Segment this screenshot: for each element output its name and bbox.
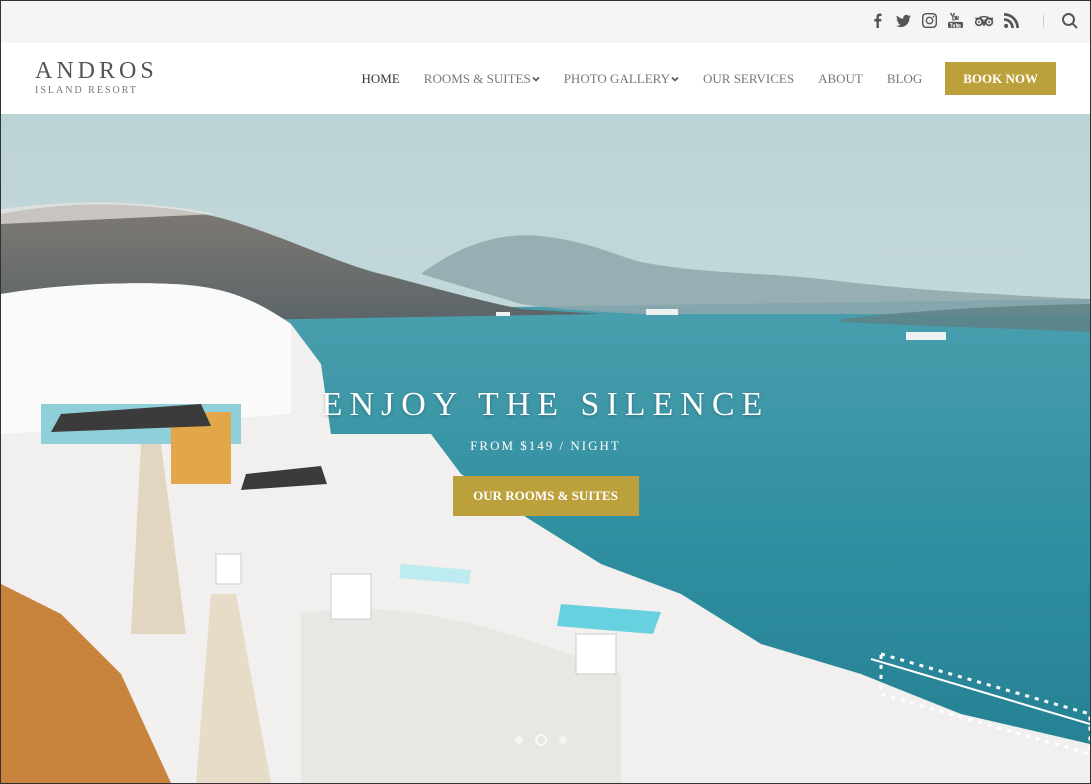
rss-icon[interactable] xyxy=(1003,12,1020,29)
search-icon[interactable] xyxy=(1061,12,1078,29)
nav-about-label: ABOUT xyxy=(818,70,863,86)
slider-dot-1[interactable] xyxy=(515,736,523,744)
youtube-icon[interactable] xyxy=(947,12,964,29)
nav-services-label: OUR SERVICES xyxy=(703,70,795,86)
divider xyxy=(1043,14,1044,27)
slider-dot-3[interactable] xyxy=(559,736,567,744)
our-rooms-suites-button[interactable]: OUR ROOMS & SUITES xyxy=(452,476,639,516)
hero-title: ENJOY THE SILENCE xyxy=(321,386,770,423)
nav-blog[interactable]: BLOG xyxy=(887,71,922,87)
hero-caption: ENJOY THE SILENCE FROM $149 / NIGHT OUR … xyxy=(1,386,1090,516)
main-nav: HOME ROOMS & SUITES PHOTO GALLERY OUR SE… xyxy=(338,43,1056,114)
logo-tagline: ISLAND RESORT xyxy=(35,85,138,96)
slider-pagination xyxy=(515,734,567,746)
nav-our-services[interactable]: OUR SERVICES xyxy=(703,71,794,87)
top-bar xyxy=(1,1,1090,43)
hero-subtitle: FROM $149 / NIGHT xyxy=(470,438,621,453)
facebook-icon[interactable] xyxy=(869,12,886,29)
nav-home-label: HOME xyxy=(361,70,400,86)
site-logo[interactable]: ANDROS ISLAND RESORT xyxy=(35,58,158,96)
social-links xyxy=(869,12,1078,29)
logo-name: ANDROS xyxy=(35,58,158,84)
tripadvisor-icon[interactable] xyxy=(973,12,994,29)
nav-about[interactable]: ABOUT xyxy=(818,71,863,87)
book-now-button[interactable]: BOOK NOW xyxy=(945,62,1056,95)
nav-rooms-suites[interactable]: ROOMS & SUITES xyxy=(424,71,540,87)
nav-gallery-label: PHOTO GALLERY xyxy=(563,70,670,86)
chevron-down-icon xyxy=(671,71,679,82)
chevron-down-icon xyxy=(532,71,540,82)
nav-blog-label: BLOG xyxy=(886,70,923,86)
page-frame: ANDROS ISLAND RESORT HOME ROOMS & SUITES… xyxy=(0,0,1091,784)
hero-slider: ENJOY THE SILENCE FROM $149 / NIGHT OUR … xyxy=(1,114,1090,783)
slider-dot-2[interactable] xyxy=(535,734,547,746)
instagram-icon[interactable] xyxy=(921,12,938,29)
site-header: ANDROS ISLAND RESORT HOME ROOMS & SUITES… xyxy=(1,43,1090,114)
nav-photo-gallery[interactable]: PHOTO GALLERY xyxy=(564,71,679,87)
nav-home[interactable]: HOME xyxy=(362,71,400,87)
nav-rooms-label: ROOMS & SUITES xyxy=(423,70,531,86)
twitter-icon[interactable] xyxy=(895,12,912,29)
